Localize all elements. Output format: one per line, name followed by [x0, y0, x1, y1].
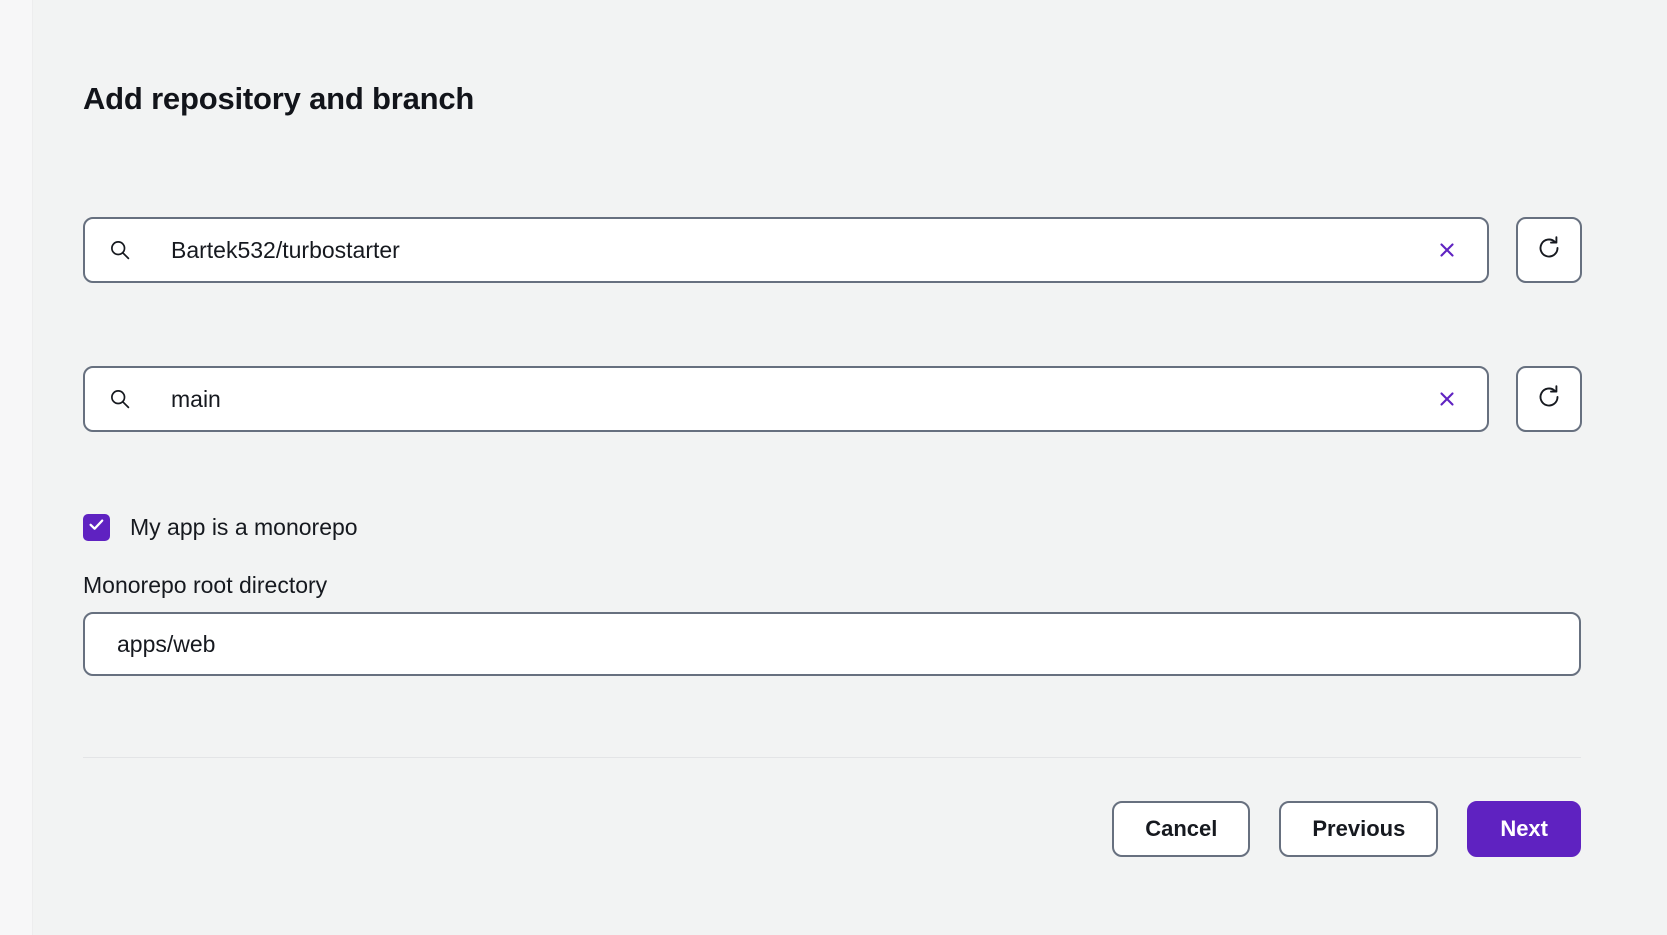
previous-button[interactable]: Previous: [1279, 801, 1439, 857]
monorepo-root-input[interactable]: apps/web: [83, 612, 1581, 676]
page-title: Add repository and branch: [83, 81, 475, 116]
add-repository-and-branch-page: Add repository and branch Bartek532/turb…: [0, 0, 1667, 935]
cancel-button[interactable]: Cancel: [1112, 801, 1251, 857]
checkbox-box[interactable]: [83, 513, 110, 541]
check-icon: [87, 515, 106, 539]
monorepo-root-label: Monorepo root directory: [83, 572, 328, 598]
close-icon[interactable]: [1435, 387, 1459, 411]
monorepo-checkbox-label: My app is a monorepo: [130, 514, 358, 540]
branch-row: main: [83, 366, 1582, 432]
next-button[interactable]: Next: [1467, 801, 1581, 857]
refresh-icon: [1534, 382, 1564, 417]
branch-search-input[interactable]: main: [83, 366, 1489, 432]
close-icon[interactable]: [1435, 238, 1459, 262]
refresh-icon: [1534, 233, 1564, 268]
branch-search-value: main: [171, 386, 221, 412]
search-icon: [109, 388, 131, 410]
search-icon: [109, 239, 131, 261]
repository-search-input[interactable]: Bartek532/turbostarter: [83, 217, 1489, 283]
footer-actions: Cancel Previous Next: [1112, 801, 1581, 857]
repository-row: Bartek532/turbostarter: [83, 217, 1582, 283]
monorepo-checkbox[interactable]: My app is a monorepo: [83, 512, 358, 542]
footer-divider: [83, 757, 1581, 758]
repository-search-value: Bartek532/turbostarter: [171, 237, 400, 263]
monorepo-root-value: apps/web: [117, 631, 216, 657]
refresh-repositories-button[interactable]: [1516, 217, 1582, 283]
refresh-branches-button[interactable]: [1516, 366, 1582, 432]
